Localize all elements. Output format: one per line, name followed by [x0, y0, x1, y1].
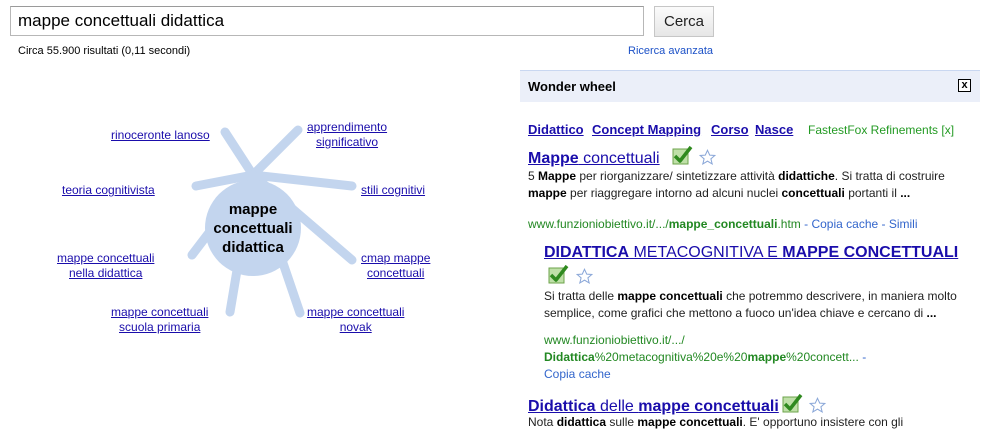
related-term-corso[interactable]: Corso — [711, 122, 749, 137]
title-bold: Didattica — [528, 398, 596, 415]
separator: - — [878, 217, 889, 231]
wheel-link-mappe-concettuali-novak[interactable]: mappe concettuali novak — [307, 305, 404, 335]
wheel-link-line: mappe concettuali — [111, 305, 209, 319]
result-snippet: Si tratta delle mappe concettuali che po… — [544, 288, 970, 322]
star-icon[interactable] — [809, 397, 826, 414]
checkmark-icon[interactable] — [547, 263, 569, 285]
result-title[interactable]: DIDATTICA METACOGNITIVA E MAPPE CONCETTU… — [544, 244, 958, 262]
snippet-text: per riorganizzare/ sintetizzare attività — [576, 169, 779, 183]
wheel-link-line: teoria cognitivista — [62, 183, 155, 197]
center-line: mappe — [228, 201, 278, 218]
star-icon[interactable] — [576, 268, 593, 285]
snippet-text: sulle — [606, 415, 638, 429]
snippet-bold: mappe — [528, 186, 567, 200]
star-icon[interactable] — [699, 149, 716, 166]
related-term-nasce[interactable]: Nasce — [755, 122, 793, 137]
separator: - — [858, 350, 867, 364]
wheel-link-stili-cognitivi[interactable]: stili cognitivi — [361, 183, 425, 198]
snippet-bold: concettuali — [781, 186, 845, 200]
snippet-bold: didattiche — [778, 169, 835, 183]
snippet-bold: mappe concettuali — [617, 289, 723, 303]
wonder-wheel-title: Wonder wheel — [528, 79, 616, 94]
title-text: METACOGNITIVA E — [629, 244, 783, 261]
url-bold: Didattica — [544, 350, 595, 364]
snippet-text: . E' opportuno insistere con gli — [742, 415, 904, 429]
wheel-link-line: concettuali — [367, 266, 425, 280]
center-line: concettuali — [213, 220, 293, 237]
title-bold: mappe concettuali — [638, 398, 779, 415]
center-line: didattica — [222, 239, 284, 256]
close-icon[interactable]: x — [958, 79, 971, 92]
checkmark-icon[interactable] — [671, 144, 693, 166]
wheel-link-line: mappe concettuali — [307, 305, 405, 319]
snippet-text: Nota — [528, 415, 557, 429]
url-text: %20metacognitiva%20e%20 — [594, 350, 748, 364]
snippet-text: Si tratta delle — [544, 289, 618, 303]
wheel-link-apprendimento-significativo[interactable]: apprendimento significativo — [307, 120, 387, 150]
result-title[interactable]: Mappe concettuali — [528, 150, 660, 168]
separator: - — [800, 217, 812, 231]
checkmark-icon[interactable] — [781, 392, 803, 414]
snippet-bold: didattica — [556, 415, 607, 429]
result-url: Didattica%20metacognitiva%20e%20mappe%20… — [544, 349, 866, 366]
wheel-link-rinoceronte-lanoso[interactable]: rinoceronte lanoso — [111, 128, 210, 143]
related-term-didattico[interactable]: Didattico — [528, 122, 584, 137]
title-text: concettuali — [578, 150, 660, 167]
wheel-link-cmap-mappe-concettuali[interactable]: cmap mappe concettuali — [361, 251, 430, 281]
snippet-text: per riaggregare intorno ad alcuni nuclei — [566, 186, 782, 200]
url-bold: mappe — [747, 350, 787, 364]
wheel-link-line: apprendimento — [307, 120, 388, 134]
title-text: delle — [595, 398, 639, 415]
search-input[interactable] — [10, 6, 644, 36]
wheel-link-line: nella didattica — [69, 266, 143, 280]
snippet-bold: Mappe — [538, 169, 577, 183]
similar-link[interactable]: Simili — [889, 217, 918, 231]
wheel-link-line: mappe concettuali — [57, 251, 155, 265]
wheel-link-mappe-concettuali-nella-didattica[interactable]: mappe concettuali nella didattica — [57, 251, 154, 281]
cache-link[interactable]: Copia cache — [544, 366, 611, 383]
url-text: www.funzioniobiettivo.it/.../ — [528, 217, 669, 231]
url-bold: mappe_concettuali — [668, 217, 778, 231]
wheel-link-line: novak — [339, 320, 372, 334]
wheel-link-line: significativo — [316, 135, 379, 149]
snippet-bold: mappe concettuali — [637, 415, 743, 429]
result-snippet: 5 Mappe per riorganizzare/ sintetizzare … — [528, 168, 968, 202]
result-url: www.funzioniobiettivo.it/.../mappe_conce… — [528, 216, 918, 233]
wheel-spoke — [248, 125, 303, 180]
wheel-link-line: stili cognitivi — [361, 183, 426, 197]
wheel-link-teoria-cognitivista[interactable]: teoria cognitivista — [62, 183, 155, 198]
related-term-concept-mapping[interactable]: Concept Mapping — [592, 122, 701, 137]
snippet-bold: ... — [900, 186, 911, 200]
wheel-link-mappe-concettuali-scuola-primaria[interactable]: mappe concettuali scuola primaria — [111, 305, 208, 335]
advanced-search-link[interactable]: Ricerca avanzata — [628, 45, 713, 57]
cache-link[interactable]: Copia cache — [811, 217, 878, 231]
fastestfox-refinements[interactable]: FastestFox Refinements [x] — [808, 123, 954, 137]
wheel-spoke — [220, 127, 258, 180]
snippet-text: 5 — [528, 169, 539, 183]
wheel-link-line: scuola primaria — [119, 320, 201, 334]
wonder-wheel-header: Wonder wheel x — [520, 70, 980, 102]
snippet-text: portanti il — [844, 186, 901, 200]
result-stats: Circa 55.900 risultati (0,11 secondi) — [18, 45, 191, 57]
search-button[interactable]: Cerca — [654, 6, 714, 37]
url-text: .htm — [777, 217, 801, 231]
result-url: www.funzioniobiettivo.it/.../ — [544, 333, 685, 347]
wheel-link-line: rinoceronte lanoso — [111, 128, 210, 142]
title-bold: MAPPE CONCETTUALI — [782, 244, 959, 261]
wheel-link-line: cmap mappe — [361, 251, 431, 265]
snippet-text: . Si tratta di costruire — [834, 169, 945, 183]
title-bold: DIDATTICA — [544, 244, 630, 261]
url-text: %20concett... — [786, 350, 859, 364]
snippet-bold: ... — [926, 306, 937, 320]
wheel-center-term: mappe concettuali didattica — [208, 200, 298, 257]
title-bold: Mappe — [528, 150, 579, 167]
